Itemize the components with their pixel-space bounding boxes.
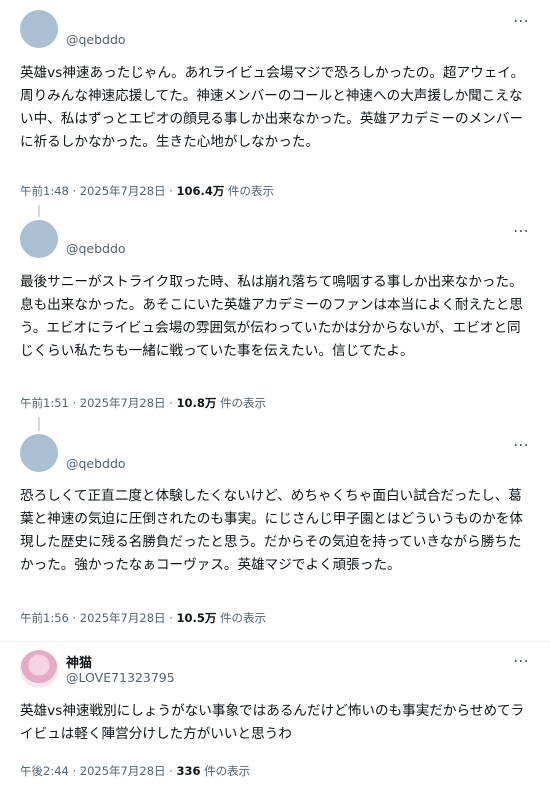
thread-line	[38, 417, 40, 431]
timestamp[interactable]: 午前1:48 · 2025年7月28日 ·	[20, 184, 176, 198]
avatar[interactable]	[20, 434, 58, 472]
divider	[0, 641, 550, 642]
tweet-meta: 午前1:48 · 2025年7月28日 · 106.4万 件の表示	[20, 183, 274, 199]
thread-line	[38, 205, 40, 217]
view-count-label: 件の表示	[216, 611, 267, 625]
tweet-meta: 午前1:56 · 2025年7月28日 · 10.5万 件の表示	[20, 610, 266, 626]
view-count-label: 件の表示	[224, 184, 275, 198]
view-count: 10.5万	[176, 611, 217, 625]
view-count-label: 件の表示	[216, 396, 267, 410]
view-count-label: 件の表示	[200, 764, 251, 778]
tweet-text: 英雄vs神速あったじゃん。あれライビュ会場マジで恐ろしかったの。超アウェイ。周り…	[20, 65, 525, 150]
more-options-icon[interactable]: ⋯	[513, 437, 530, 453]
view-count: 336	[176, 764, 201, 778]
user-handle[interactable]: @LOVE71323795	[66, 670, 175, 685]
avatar[interactable]	[20, 10, 58, 48]
tweet-text: 最後サニーがストライク取った時、私は崩れ落ちて嗚咽する事しか出来なかった。息も出…	[20, 274, 523, 359]
avatar[interactable]	[20, 220, 58, 258]
view-count: 106.4万	[176, 184, 225, 198]
more-options-icon[interactable]: ⋯	[513, 653, 530, 669]
user-handle[interactable]: @qebddo	[66, 241, 126, 256]
tweet-text: 恐ろしくて正直二度と体験したくないけど、めちゃくちゃ面白い試合だったし、葛葉と神…	[20, 488, 523, 573]
timestamp[interactable]: 午前1:56 · 2025年7月28日 ·	[20, 611, 176, 625]
timestamp[interactable]: 午後2:44 · 2025年7月28日 ·	[20, 764, 176, 778]
tweet-meta: 午前1:51 · 2025年7月28日 · 10.8万 件の表示	[20, 395, 266, 411]
tweet-meta: 午後2:44 · 2025年7月28日 · 336 件の表示	[20, 763, 250, 779]
avatar[interactable]	[20, 650, 58, 688]
timestamp[interactable]: 午前1:51 · 2025年7月28日 ·	[20, 396, 176, 410]
user-handle[interactable]: @qebddo	[66, 456, 126, 471]
more-options-icon[interactable]: ⋯	[513, 13, 530, 29]
view-count: 10.8万	[176, 396, 217, 410]
more-options-icon[interactable]: ⋯	[513, 223, 530, 239]
tweet-text: 英雄vs神速戦別にしょうがない事象ではあるんだけど怖いのも事実だからせめてライビ…	[20, 703, 525, 742]
display-name[interactable]: 神猫	[66, 652, 92, 671]
user-handle[interactable]: @qebddo	[66, 32, 126, 47]
